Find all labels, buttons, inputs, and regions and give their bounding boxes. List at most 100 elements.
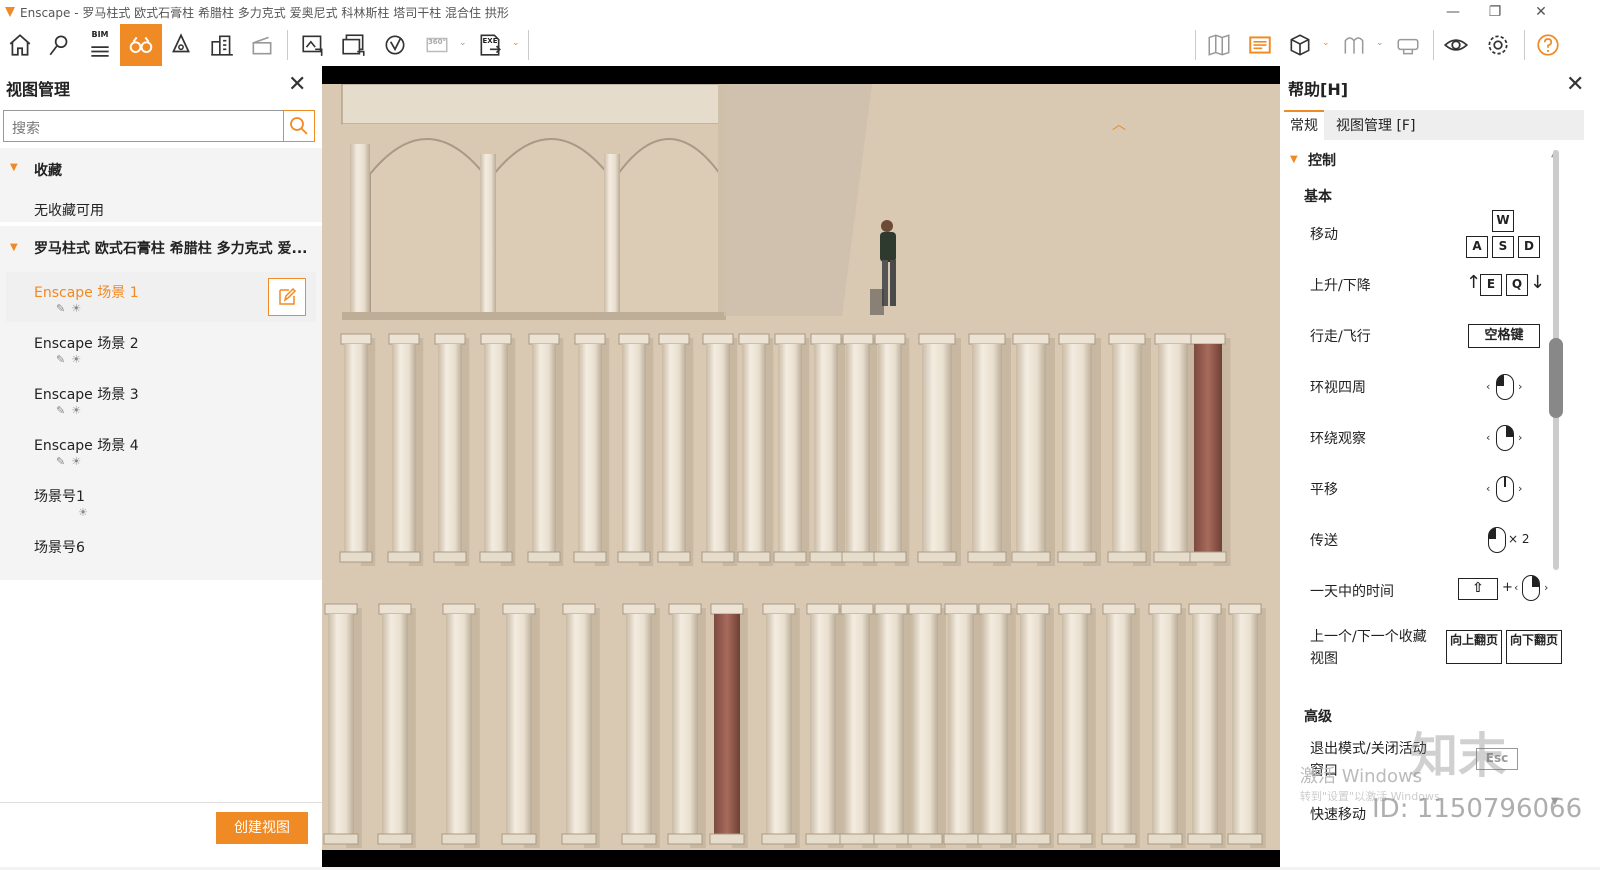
home-button[interactable]	[2, 28, 38, 62]
batch-render-icon	[342, 34, 365, 56]
panorama-button[interactable]: 360°	[419, 28, 455, 62]
view-camera-sun-icon: ✎☀	[56, 353, 88, 366]
screenshot-button[interactable]	[295, 28, 331, 62]
toolbar-separator	[1433, 30, 1434, 60]
column	[839, 603, 878, 848]
column	[1057, 603, 1096, 848]
key-s: S	[1492, 236, 1514, 258]
column	[841, 333, 878, 566]
panorama-dropdown-icon[interactable]: ⌄	[459, 38, 467, 48]
column	[501, 603, 540, 848]
pin-button[interactable]	[42, 28, 78, 62]
view-item[interactable]: Enscape 场景 1 ✎☀	[6, 272, 316, 322]
title-bar: Enscape - 罗马柱式 欧式石膏柱 希腊柱 多力克式 爱奥尼式 科林斯柱 …	[0, 0, 1600, 24]
close-window-button[interactable]: ✕	[1526, 2, 1556, 22]
view-item[interactable]: Enscape 场景 2 ✎☀	[6, 323, 316, 373]
exe-export-button[interactable]: EXE	[472, 28, 508, 62]
map-button[interactable]	[1201, 28, 1237, 62]
expand-triangle-icon[interactable]: ▼	[1290, 154, 1298, 165]
clapper-button[interactable]	[244, 28, 280, 62]
view-item[interactable]: 场景号1 ☀	[6, 476, 316, 526]
left-angle-icon: ‹	[1486, 380, 1491, 393]
view-name: Enscape 场景 4	[34, 438, 139, 454]
panel-title: 视图管理	[6, 80, 71, 99]
close-help-icon[interactable]: ✕	[1566, 72, 1584, 97]
column	[377, 603, 416, 848]
column	[761, 603, 800, 848]
left-angle-icon: ‹	[1514, 581, 1519, 594]
vr-button[interactable]	[1390, 28, 1426, 62]
column	[339, 333, 376, 566]
left-angle-icon: ‹	[1486, 482, 1491, 495]
edit-view-button[interactable]	[268, 278, 306, 316]
favorites-section: ▼ 收藏 无收藏可用	[0, 148, 322, 222]
buildings-button[interactable]	[204, 28, 240, 62]
scene-render[interactable]	[322, 84, 1280, 850]
render-viewport[interactable]: ︿	[322, 66, 1280, 867]
column	[657, 333, 694, 566]
materials-icon	[1344, 37, 1364, 54]
bim-button[interactable]: BIM	[82, 28, 118, 62]
binoculars-button[interactable]	[120, 24, 162, 66]
view-sun-icon: ☀	[78, 506, 94, 519]
column	[1057, 333, 1101, 566]
fast-move-label: 快速移动	[1310, 807, 1366, 823]
asset-library-button[interactable]	[1242, 28, 1278, 62]
key-a: A	[1466, 236, 1488, 258]
column	[1101, 603, 1140, 848]
help-scrollbar[interactable]: ▲ ▼	[1547, 148, 1565, 870]
expand-triangle-icon[interactable]: ▼	[10, 242, 18, 253]
favorites-header[interactable]: 收藏	[34, 160, 62, 180]
minimize-button[interactable]: —	[1438, 2, 1468, 22]
view-item[interactable]: Enscape 场景 3 ✎☀	[6, 374, 316, 424]
map-icon	[1208, 34, 1230, 56]
scroll-down-icon[interactable]: ▼	[1551, 796, 1559, 807]
visibility-icon	[1443, 39, 1469, 51]
views-group-header[interactable]: 罗马柱式 欧式石膏柱 希腊柱 多力克式 爱...	[34, 238, 307, 258]
create-view-button[interactable]: 创建视图	[216, 812, 308, 844]
export-dropdown-icon[interactable]: ⌄	[512, 38, 520, 48]
pin-icon	[49, 35, 68, 56]
column	[907, 603, 946, 848]
column	[701, 333, 738, 566]
view-management-panel: 视图管理 ✕ 搜索 ▼ 收藏 无收藏可用 ▼ 罗马柱式 欧式石膏柱 希腊柱 多力…	[0, 66, 322, 867]
cube-button[interactable]	[1282, 28, 1318, 62]
basic-header: 基本	[1304, 189, 1332, 205]
search-button[interactable]	[283, 110, 315, 142]
tab-view-management[interactable]: 视图管理 [F]	[1330, 110, 1421, 140]
view-item[interactable]: 场景号6	[6, 527, 316, 577]
key-space: 空格键	[1468, 324, 1540, 348]
right-angle-icon: ›	[1518, 380, 1523, 393]
column	[573, 333, 610, 566]
double-click-count: × 2	[1508, 532, 1530, 546]
column	[1107, 333, 1151, 566]
cube-dropdown-icon[interactable]: ⌄	[1322, 38, 1330, 48]
column	[667, 603, 706, 848]
move-label: 移动	[1310, 227, 1338, 243]
video-button[interactable]	[377, 28, 413, 62]
clapper-icon	[252, 36, 272, 55]
batch-render-button[interactable]	[336, 28, 372, 62]
column	[617, 333, 654, 566]
view-item[interactable]: Enscape 场景 4 ✎☀	[6, 425, 316, 475]
maximize-button[interactable]: ❐	[1480, 2, 1510, 22]
scroll-thumb[interactable]	[1549, 338, 1563, 418]
home-icon	[9, 34, 31, 56]
close-panel-icon[interactable]: ✕	[288, 72, 306, 97]
right-angle-icon: ›	[1518, 431, 1523, 444]
prevnext-label: 上一个/下一个收藏视图	[1310, 629, 1427, 667]
materials-button[interactable]	[1336, 28, 1372, 62]
visibility-button[interactable]	[1438, 28, 1474, 62]
drop-button[interactable]	[163, 28, 199, 62]
settings-button[interactable]	[1480, 28, 1516, 62]
materials-dropdown-icon[interactable]: ⌄	[1376, 38, 1384, 48]
expand-triangle-icon[interactable]: ▼	[10, 162, 18, 173]
column	[873, 333, 910, 566]
column	[1227, 603, 1266, 848]
search-input[interactable]: 搜索	[3, 110, 315, 142]
help-button[interactable]	[1530, 28, 1566, 62]
collapse-toolbar-icon[interactable]: ︿	[1112, 114, 1126, 134]
tab-general[interactable]: 常规	[1284, 110, 1324, 140]
controls-header[interactable]: 控制	[1308, 150, 1336, 170]
settings-icon	[1488, 35, 1508, 55]
